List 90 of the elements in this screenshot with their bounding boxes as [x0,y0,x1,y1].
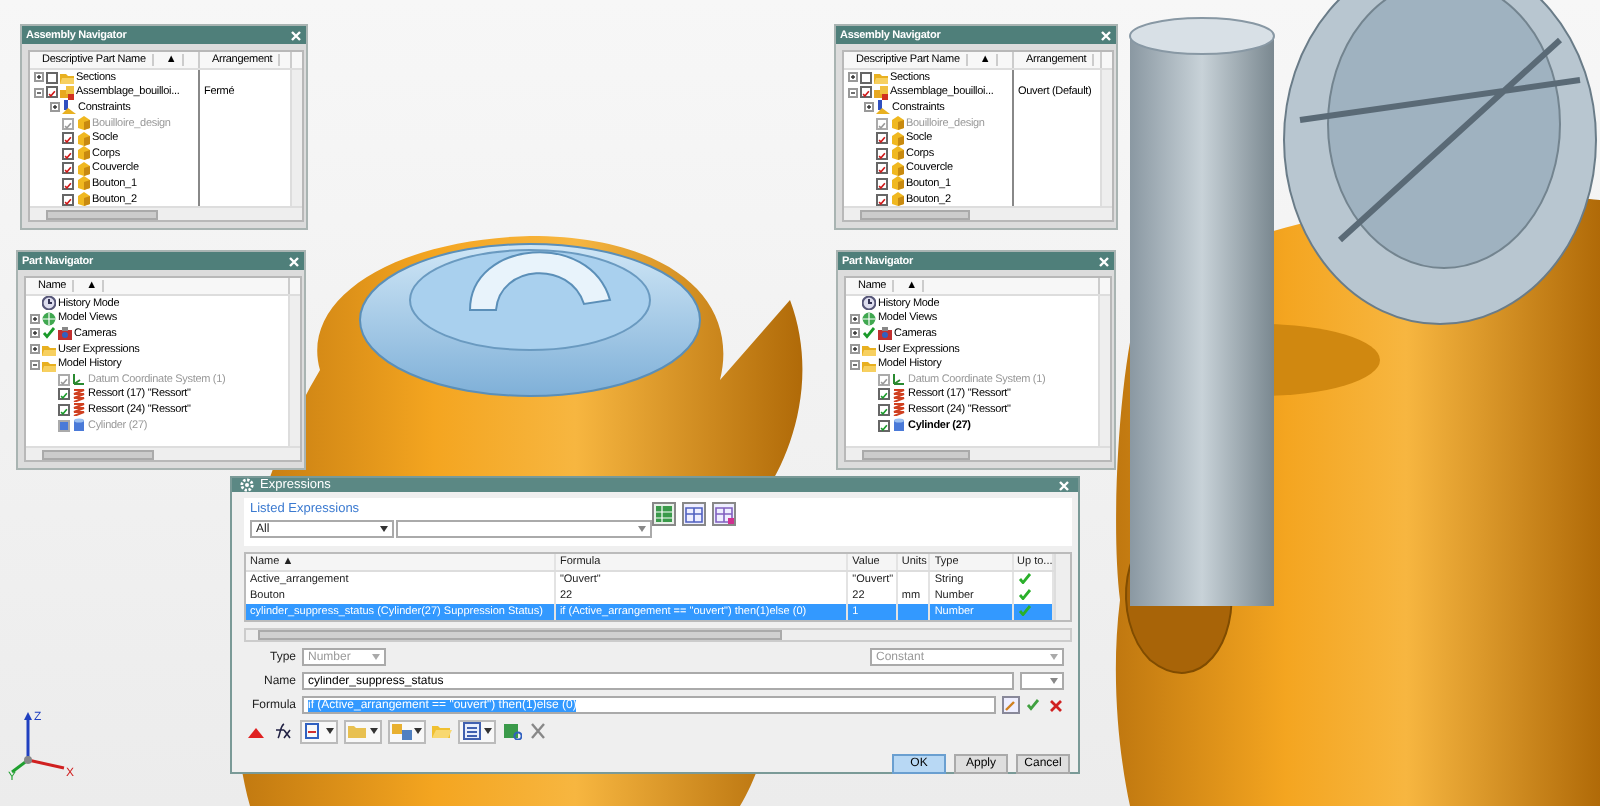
caret-icon [484,728,492,734]
expand-icon[interactable] [850,313,860,324]
cylinder-icon [892,418,906,433]
horizontal-scrollbar[interactable] [244,628,1072,642]
checkbox[interactable] [876,177,888,190]
check-icon[interactable] [1026,697,1042,713]
globe-icon [862,311,876,326]
spreadsheet-icon[interactable] [652,502,676,526]
checkbox[interactable] [860,86,872,99]
caret-icon [326,728,334,734]
expand-icon[interactable] [34,72,44,83]
close-icon[interactable] [1100,29,1112,41]
caret-icon [372,654,380,660]
folder-icon [874,70,888,85]
checkbox[interactable] [62,147,74,160]
collapse-icon[interactable] [848,87,858,98]
close-icon[interactable] [1058,479,1070,491]
axes-icon [72,372,86,387]
edit-icon[interactable] [1002,696,1020,714]
cubes-icon [60,85,74,100]
cubes-icon [874,85,888,100]
horizontal-scrollbar[interactable] [26,446,300,460]
clock-icon [862,296,876,311]
axes-icon [892,372,906,387]
delete-icon[interactable] [528,722,548,740]
list-icon [462,722,482,740]
unit-dropdown[interactable] [1020,672,1064,690]
check-icon[interactable] [862,326,876,341]
collapse-icon[interactable] [30,359,40,370]
clock-icon [42,296,56,311]
camera-icon [878,326,892,341]
collapse-icon[interactable] [34,87,44,98]
folder-icon [60,70,74,85]
caret-icon [1050,654,1058,660]
constraint-icon [62,100,76,115]
collapse-icon[interactable] [850,359,860,370]
close-icon[interactable] [288,255,300,267]
horizontal-scrollbar[interactable] [30,206,302,220]
checkbox[interactable] [860,71,872,84]
expand-icon[interactable] [850,344,860,355]
checkbox[interactable] [878,419,890,432]
checkbox[interactable] [58,388,70,401]
horizontal-scrollbar[interactable] [846,446,1110,460]
folder-menu-button[interactable] [344,719,382,743]
vertical-scrollbar[interactable] [288,296,300,446]
list-menu-button[interactable] [458,719,496,743]
checkbox[interactable] [58,403,70,416]
caret-icon [1050,678,1058,684]
checkbox[interactable] [876,162,888,175]
check-icon[interactable] [42,326,56,341]
checkbox[interactable] [46,71,58,84]
function-icon[interactable] [274,722,294,740]
checkbox[interactable] [876,147,888,160]
expand-icon[interactable] [30,328,40,339]
delete-icon[interactable] [1048,697,1064,713]
checkbox[interactable] [878,403,890,416]
horizontal-scrollbar[interactable] [844,206,1112,220]
checkbox[interactable] [878,388,890,401]
checkbox[interactable] [876,132,888,145]
checkbox[interactable] [62,162,74,175]
linked-part-icon [392,722,412,740]
checkbox[interactable] [62,177,74,190]
close-icon[interactable] [1098,255,1110,267]
checkbox[interactable] [62,132,74,145]
linked-part-menu-button[interactable] [388,719,426,743]
checkbox[interactable] [62,193,74,206]
constraint-icon [876,100,890,115]
expand-icon[interactable] [30,313,40,324]
caret-icon [414,728,422,734]
cylinder-icon [72,418,86,433]
caret-icon [380,526,388,532]
close-icon[interactable] [290,29,302,41]
globe-icon [42,311,56,326]
expand-icon[interactable] [848,72,858,83]
vertical-scrollbar[interactable] [290,70,302,206]
vertical-scrollbar[interactable] [1098,296,1110,446]
vertical-scrollbar[interactable] [1100,70,1112,206]
checkbox[interactable] [46,86,58,99]
camera-icon [58,326,72,341]
caret-icon [638,526,646,532]
checkbox[interactable] [876,193,888,206]
expand-icon[interactable] [50,102,60,113]
expand-icon[interactable] [864,102,874,113]
caret-icon [370,728,378,734]
expand-icon[interactable] [850,328,860,339]
folder-icon [348,722,368,740]
gear-icon [240,478,254,492]
axis-triad-drawing [11,712,65,774]
vertical-scrollbar[interactable] [1054,554,1070,620]
expand-icon[interactable] [30,344,40,355]
